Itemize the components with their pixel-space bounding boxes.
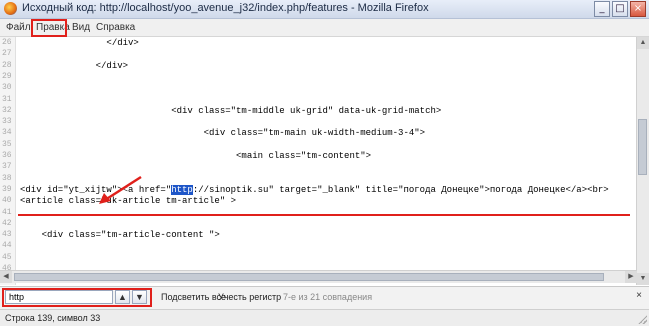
line-number: 31 [2, 95, 12, 104]
line-number: 36 [2, 151, 12, 160]
line-number: 34 [2, 128, 12, 137]
line-code: <main class="tm-content"> [20, 151, 372, 161]
line-code: <div class="tm-main uk-width-medium-3-4"… [20, 128, 426, 138]
line-number: 41 [2, 208, 12, 217]
source-view[interactable]: 26 </div> 27 28 </div> 29 30 31 32 <div class=… [0, 37, 637, 285]
line-code: <div class="tm-middle uk-grid" data-uk-g… [20, 106, 442, 116]
title-bar: Исходный код: http://localhost/yoo_avenu… [0, 0, 649, 19]
line-number: 37 [2, 162, 12, 171]
line-number: 45 [2, 253, 12, 262]
find-input-annotation-box [2, 288, 152, 307]
line-number: 44 [2, 241, 12, 250]
scroll-up-icon[interactable]: ▲ [637, 37, 649, 49]
line-number: 30 [2, 83, 12, 92]
menu-view[interactable]: Вид [72, 22, 90, 33]
line-number: 43 [2, 230, 12, 239]
vertical-scroll-thumb[interactable] [638, 119, 647, 175]
line-number: 27 [2, 49, 12, 58]
line-code: <div class="tm-article-content "> [20, 230, 220, 240]
find-close-icon[interactable]: × [636, 290, 642, 301]
browser-window: Исходный код: http://localhost/yoo_avenu… [0, 0, 649, 326]
scroll-left-icon[interactable]: ◀ [0, 271, 12, 283]
close-button[interactable]: × [630, 1, 646, 17]
line-number: 39 [2, 185, 12, 194]
minimize-button[interactable]: _ [594, 1, 610, 17]
scroll-right-icon[interactable]: ▶ [625, 271, 637, 283]
line-number: 42 [2, 219, 12, 228]
annotation-arrow-icon [99, 175, 142, 204]
line-number: 32 [2, 106, 12, 115]
line-number: 29 [2, 72, 12, 81]
annotation-underline [18, 214, 630, 216]
resize-grip-icon[interactable] [637, 314, 647, 324]
line-number: 28 [2, 61, 12, 70]
vertical-scrollbar[interactable]: ▲ ▼ [636, 37, 649, 285]
match-case-checkbox[interactable]: Учесть регистр [218, 292, 281, 302]
maximize-button[interactable]: □ [612, 1, 628, 17]
menu-file[interactable]: Файл [6, 22, 31, 33]
find-match-status: 7-е из 21 совпадения [283, 292, 373, 302]
line-number: 35 [2, 140, 12, 149]
horizontal-scrollbar[interactable]: ◀ ▶ [0, 270, 637, 283]
window-title: Исходный код: http://localhost/yoo_avenu… [22, 2, 429, 14]
selected-match: http [171, 185, 193, 195]
menu-bar: Файл Правка Вид Справка [0, 19, 649, 37]
highlight-all-button[interactable]: Подсветить все [161, 292, 226, 302]
edit-menu-annotation-box [31, 19, 67, 37]
line-number: 33 [2, 117, 12, 126]
line-code: </div> [20, 61, 129, 71]
find-bar: ▲ ▼ Подсветить все Учесть регистр 7-е из… [0, 286, 649, 309]
window-controls: _ □ × [594, 1, 646, 17]
horizontal-scroll-thumb[interactable] [14, 273, 604, 281]
menu-help[interactable]: Справка [96, 22, 135, 33]
firefox-icon [4, 2, 17, 15]
line-number: 26 [2, 38, 12, 47]
line-code: </div> [20, 38, 139, 48]
line-number: 40 [2, 196, 12, 205]
cursor-position: Строка 139, символ 33 [5, 313, 101, 323]
scroll-down-icon[interactable]: ▼ [637, 273, 649, 285]
status-bar: Строка 139, символ 33 [0, 309, 649, 326]
line-number: 38 [2, 174, 12, 183]
